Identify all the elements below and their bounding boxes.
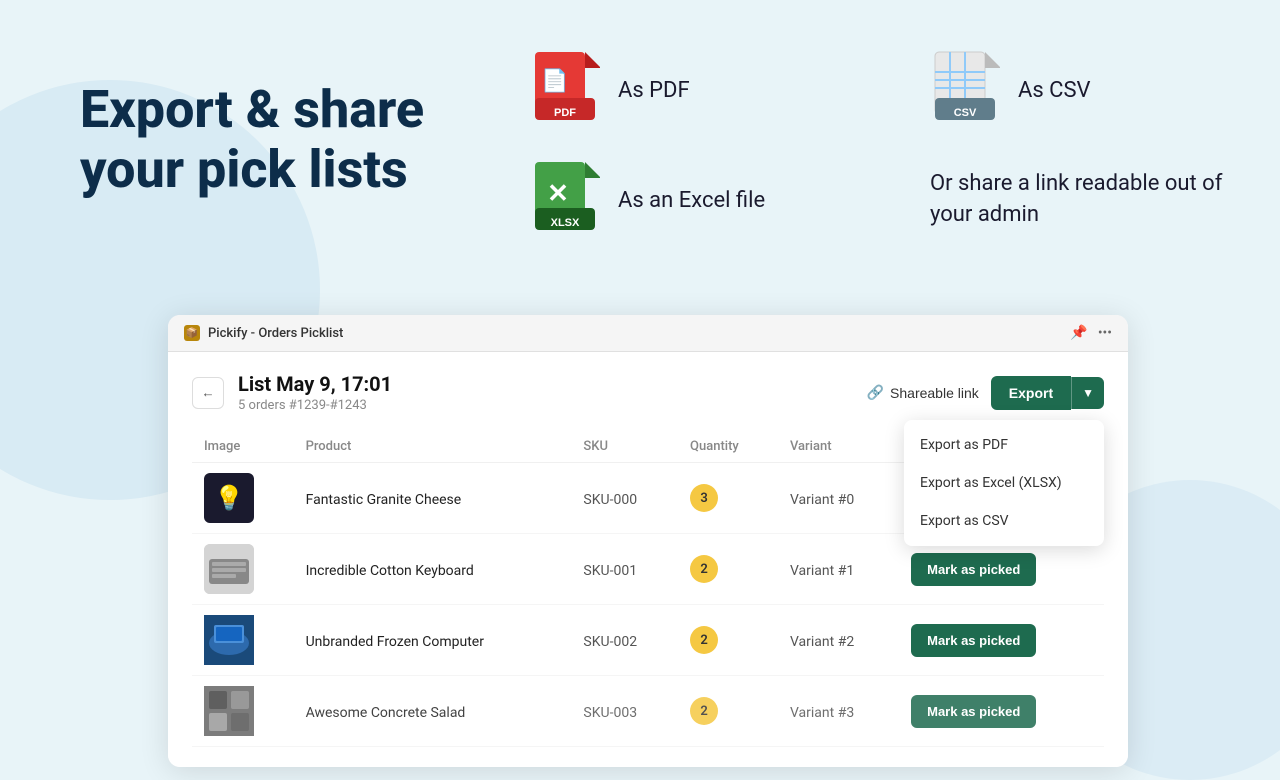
- export-options-grid: PDF 📄 As PDF CSV: [530, 50, 1250, 240]
- cell-variant: Variant #2: [778, 605, 899, 676]
- mark-picked-button[interactable]: Mark as picked: [911, 695, 1036, 728]
- list-header: ← List May 9, 17:01 5 orders #1239-#1243…: [192, 372, 1104, 413]
- csv-label: As CSV: [1018, 78, 1091, 103]
- mark-picked-button[interactable]: Mark as picked: [911, 624, 1036, 657]
- export-dropdown-button[interactable]: ▼: [1071, 377, 1104, 409]
- window-titlebar: 📦 Pickify - Orders Picklist 📌 •••: [168, 315, 1128, 352]
- cell-variant: Variant #0: [778, 463, 899, 534]
- cell-qty: 2: [678, 676, 778, 747]
- product-image-computer: [204, 615, 254, 665]
- col-product: Product: [294, 431, 572, 463]
- list-header-left: ← List May 9, 17:01 5 orders #1239-#1243: [192, 372, 392, 413]
- app-inner: ← List May 9, 17:01 5 orders #1239-#1243…: [168, 352, 1128, 767]
- product-name: Fantastic Granite Cheese: [306, 492, 462, 508]
- back-button[interactable]: ←: [192, 377, 224, 409]
- export-button-group: Export ▼: [991, 376, 1104, 410]
- cell-image: 💡: [192, 463, 294, 534]
- mark-picked-button[interactable]: Mark as picked: [911, 553, 1036, 586]
- quantity-badge: 2: [690, 626, 718, 654]
- table-row: Unbranded Frozen Computer SKU-002 2 Vari…: [192, 605, 1104, 676]
- shareable-link-button[interactable]: 🔗 Shareable link: [867, 384, 979, 401]
- hero-text-block: Export & share your pick lists: [80, 80, 500, 200]
- pdf-icon: PDF 📄: [530, 50, 600, 130]
- cell-image: [192, 534, 294, 605]
- share-link-text: Or share a link readable out of your adm…: [930, 169, 1250, 231]
- export-option-csv: CSV As CSV: [930, 50, 1250, 130]
- list-header-right: 🔗 Shareable link Export ▼ Export as PDF …: [867, 376, 1104, 410]
- window-title-left: 📦 Pickify - Orders Picklist: [184, 325, 343, 341]
- col-image: Image: [192, 431, 294, 463]
- export-csv-item[interactable]: Export as CSV: [904, 502, 1104, 540]
- quantity-badge: 2: [690, 697, 718, 725]
- cell-image: [192, 605, 294, 676]
- pdf-label: As PDF: [618, 78, 690, 103]
- cell-qty: 2: [678, 534, 778, 605]
- list-subtitle: 5 orders #1239-#1243: [238, 398, 392, 413]
- xlsx-icon: ✕ XLSX: [530, 160, 600, 240]
- product-sku: SKU-001: [583, 563, 637, 579]
- product-sku: SKU-003: [583, 705, 637, 721]
- cell-sku: SKU-001: [571, 534, 678, 605]
- list-title: List May 9, 17:01: [238, 372, 392, 396]
- quantity-badge: 2: [690, 555, 718, 583]
- cell-sku: SKU-003: [571, 676, 678, 747]
- pin-icon[interactable]: 📌: [1070, 325, 1087, 341]
- col-quantity: Quantity: [678, 431, 778, 463]
- product-variant: Variant #1: [790, 563, 854, 579]
- export-option-pdf: PDF 📄 As PDF: [530, 50, 850, 130]
- quantity-badge: 3: [690, 484, 718, 512]
- cell-variant: Variant #3: [778, 676, 899, 747]
- product-sku: SKU-000: [583, 492, 637, 508]
- col-sku: SKU: [571, 431, 678, 463]
- product-variant: Variant #3: [790, 705, 854, 721]
- product-name: Incredible Cotton Keyboard: [306, 563, 474, 579]
- export-main-button[interactable]: Export: [991, 376, 1071, 410]
- export-option-link: Or share a link readable out of your adm…: [930, 169, 1250, 231]
- product-image-cheese: 💡: [204, 473, 254, 523]
- cell-variant: Variant #1: [778, 534, 899, 605]
- product-sku: SKU-002: [583, 634, 637, 650]
- product-name: Unbranded Frozen Computer: [306, 634, 484, 650]
- cell-product: Awesome Concrete Salad: [294, 676, 572, 747]
- cell-product: Unbranded Frozen Computer: [294, 605, 572, 676]
- hero-title: Export & share your pick lists: [80, 80, 500, 200]
- col-variant: Variant: [778, 431, 899, 463]
- window-controls: 📌 •••: [1070, 325, 1112, 341]
- cell-qty: 2: [678, 605, 778, 676]
- cell-product: Incredible Cotton Keyboard: [294, 534, 572, 605]
- more-icon[interactable]: •••: [1098, 325, 1112, 341]
- product-variant: Variant #2: [790, 634, 854, 650]
- table-row: Awesome Concrete Salad SKU-003 2 Variant…: [192, 676, 1104, 747]
- cell-sku: SKU-000: [571, 463, 678, 534]
- cell-image: [192, 676, 294, 747]
- product-image-keyboard: [204, 544, 254, 594]
- window-title: Pickify - Orders Picklist: [208, 326, 343, 341]
- export-dropdown-menu: Export as PDF Export as Excel (XLSX) Exp…: [904, 420, 1104, 546]
- xlsx-label: As an Excel file: [618, 188, 765, 213]
- svg-text:XLSX: XLSX: [551, 217, 580, 229]
- cell-action: Mark as picked: [899, 605, 1104, 676]
- cell-action: Mark as picked: [899, 676, 1104, 747]
- csv-icon: CSV: [930, 50, 1000, 130]
- product-variant: Variant #0: [790, 492, 854, 508]
- product-name: Awesome Concrete Salad: [306, 705, 466, 721]
- export-xlsx-item[interactable]: Export as Excel (XLSX): [904, 464, 1104, 502]
- cell-product: Fantastic Granite Cheese: [294, 463, 572, 534]
- svg-text:📄: 📄: [541, 68, 568, 93]
- export-pdf-item[interactable]: Export as PDF: [904, 426, 1104, 464]
- cell-sku: SKU-002: [571, 605, 678, 676]
- svg-text:PDF: PDF: [554, 107, 576, 119]
- app-favicon: 📦: [184, 325, 200, 341]
- product-image-salad: [204, 686, 254, 736]
- svg-text:✕: ✕: [547, 178, 569, 208]
- list-info: List May 9, 17:01 5 orders #1239-#1243: [238, 372, 392, 413]
- cell-qty: 3: [678, 463, 778, 534]
- export-option-xlsx: ✕ XLSX As an Excel file: [530, 160, 850, 240]
- app-window: 📦 Pickify - Orders Picklist 📌 ••• ← List…: [168, 315, 1128, 767]
- svg-text:CSV: CSV: [954, 107, 977, 119]
- link-icon: 🔗: [867, 384, 884, 401]
